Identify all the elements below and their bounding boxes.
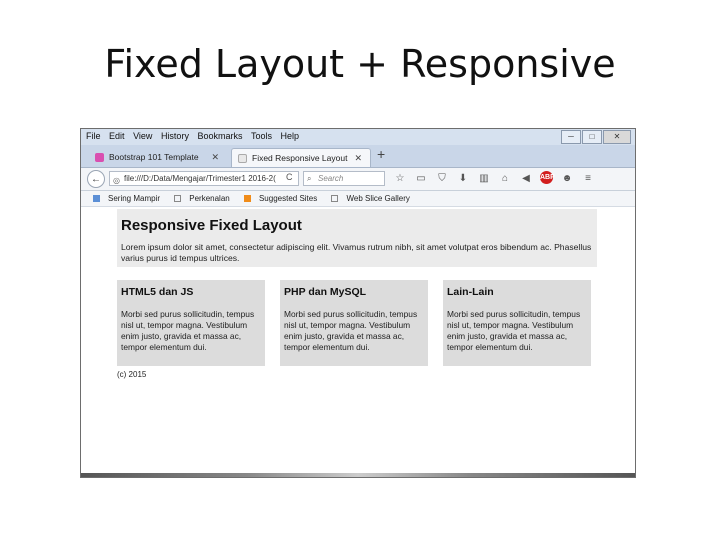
reload-icon[interactable]: C: [286, 172, 293, 182]
globe-icon: ◎: [113, 176, 120, 185]
suggested-sites-icon: [243, 195, 251, 203]
page-footer: (c) 2015: [117, 370, 147, 379]
page-heading: Responsive Fixed Layout: [121, 217, 302, 234]
menu-file[interactable]: File: [86, 129, 101, 144]
close-tab-icon[interactable]: ✕: [354, 149, 362, 167]
clipboard-icon[interactable]: ▭: [414, 171, 428, 186]
bookmark-label: Perkenalan: [189, 194, 230, 203]
send-icon[interactable]: ◀: [519, 171, 533, 186]
page-favicon-icon: [238, 154, 247, 163]
minimize-button[interactable]: ─: [561, 130, 581, 144]
search-input[interactable]: ⌕ Search: [303, 171, 385, 186]
shield-icon[interactable]: ⛉: [435, 171, 449, 186]
close-window-button[interactable]: ✕: [603, 130, 631, 144]
new-tab-button[interactable]: +: [377, 146, 385, 162]
menu-edit[interactable]: Edit: [109, 129, 125, 144]
bookmarks-bar: Sering Mampir Perkenalan Suggested Sites…: [81, 191, 635, 207]
bookmark-item[interactable]: Web Slice Gallery: [325, 191, 410, 206]
menu-bookmarks[interactable]: Bookmarks: [197, 129, 242, 144]
bookmark-label: Sering Mampir: [108, 194, 161, 203]
toolbar-icons: ☆ ▭ ⛉ ⬇ ▥ ⌂ ◀ ABP ☻ ≡: [393, 171, 595, 186]
browser-window: File Edit View History Bookmarks Tools H…: [80, 128, 636, 478]
bookmark-item[interactable]: Sering Mampir: [87, 191, 160, 206]
adblock-icon[interactable]: ABP: [540, 171, 555, 184]
hero-section: Responsive Fixed Layout Lorem ipsum dolo…: [117, 209, 597, 267]
url-bar[interactable]: ◎ file:///D:/Data/Mengajar/Trimester1 20…: [109, 171, 299, 186]
download-icon[interactable]: ⬇: [456, 171, 470, 186]
column-title: PHP dan MySQL: [284, 286, 367, 298]
slide-title: Fixed Layout + Responsive: [104, 42, 616, 86]
home-icon[interactable]: ⌂: [498, 171, 512, 186]
maximize-button[interactable]: □: [582, 130, 602, 144]
navigation-bar: ← ◎ file:///D:/Data/Mengajar/Trimester1 …: [81, 168, 635, 191]
menu-icon[interactable]: ≡: [581, 171, 595, 186]
chat-icon[interactable]: ☻: [560, 171, 574, 186]
bookmark-label: Web Slice Gallery: [346, 194, 410, 203]
bookmark-label: Suggested Sites: [258, 194, 318, 203]
menu-view[interactable]: View: [133, 129, 152, 144]
column-php: PHP dan MySQL Morbi sed purus sollicitud…: [280, 280, 428, 366]
menu-history[interactable]: History: [161, 129, 189, 144]
menubar: File Edit View History Bookmarks Tools H…: [81, 129, 635, 145]
bookmark-item[interactable]: Perkenalan: [168, 191, 230, 206]
bootstrap-favicon-icon: [95, 153, 104, 162]
menu-tools[interactable]: Tools: [251, 129, 272, 144]
columns-row: HTML5 dan JS Morbi sed purus sollicitudi…: [117, 280, 597, 366]
search-icon: ⌕: [307, 174, 312, 183]
bookmark-icon: [93, 195, 100, 203]
back-button[interactable]: ←: [87, 170, 105, 188]
tab-label: Bootstrap 101 Template: [109, 152, 199, 162]
menu-help[interactable]: Help: [281, 129, 300, 144]
column-html5: HTML5 dan JS Morbi sed purus sollicitudi…: [117, 280, 265, 366]
column-lain: Lain-Lain Morbi sed purus sollicitudin, …: [443, 280, 591, 366]
tab-bootstrap-template[interactable]: Bootstrap 101 Template ✕: [89, 148, 227, 167]
column-text: Morbi sed purus sollicitudin, tempus nis…: [447, 309, 581, 352]
column-text: Morbi sed purus sollicitudin, tempus nis…: [284, 309, 418, 352]
bookmark-item[interactable]: Suggested Sites: [238, 191, 317, 206]
folder-icon: [174, 195, 182, 203]
tab-bar: Bootstrap 101 Template ✕ Fixed Responsiv…: [81, 145, 635, 168]
bottom-scrollbar[interactable]: [81, 473, 635, 477]
tab-label: Fixed Responsive Layout: [252, 153, 348, 163]
url-text: file:///D:/Data/Mengajar/Trimester1 2016…: [124, 174, 276, 183]
star-icon[interactable]: ☆: [393, 171, 407, 186]
window-controls: ─ □ ✕: [561, 130, 631, 144]
page-container: Responsive Fixed Layout Lorem ipsum dolo…: [117, 209, 597, 379]
tab-fixed-responsive-layout[interactable]: Fixed Responsive Layout ✕: [231, 148, 371, 167]
column-title: Lain-Lain: [447, 286, 494, 298]
close-tab-icon[interactable]: ✕: [211, 148, 219, 166]
page-viewport: Responsive Fixed Layout Lorem ipsum dolo…: [81, 207, 635, 477]
search-placeholder: Search: [318, 174, 344, 183]
column-title: HTML5 dan JS: [121, 286, 194, 298]
column-text: Morbi sed purus sollicitudin, tempus nis…: [121, 309, 255, 352]
folder-icon: [331, 195, 339, 203]
hero-text: Lorem ipsum dolor sit amet, consectetur …: [121, 242, 592, 263]
library-icon[interactable]: ▥: [477, 171, 491, 186]
